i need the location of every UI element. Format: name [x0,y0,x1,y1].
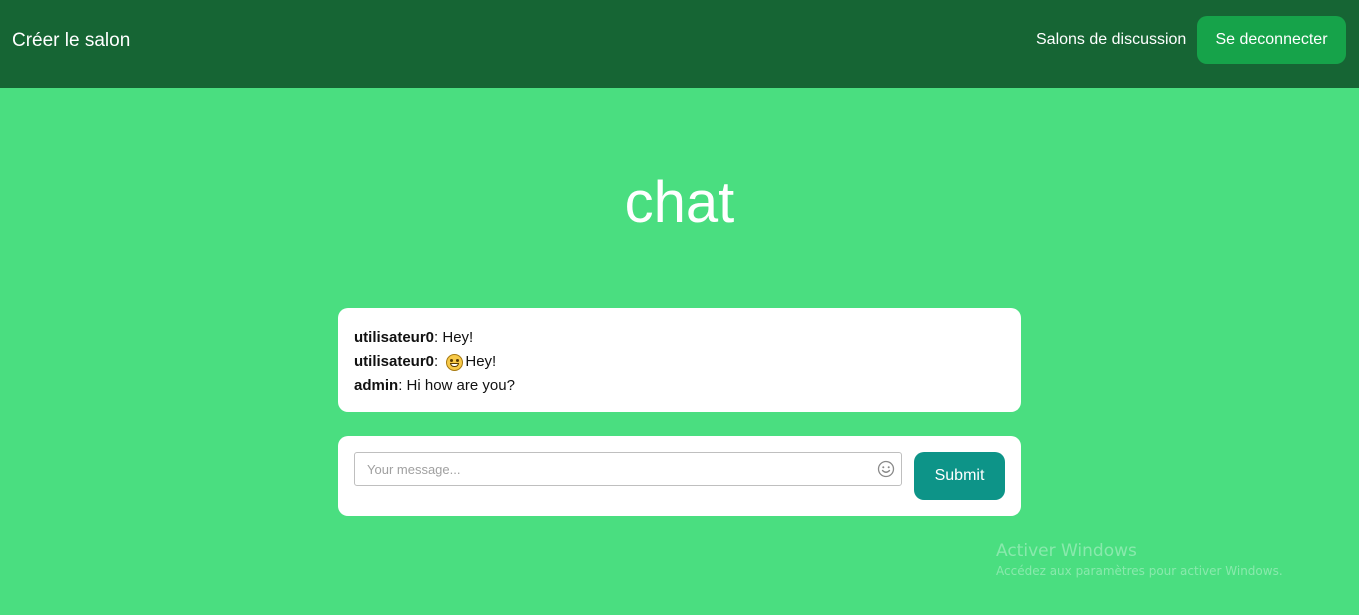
create-room-link[interactable]: Créer le salon [12,29,130,53]
top-navbar: Créer le salon Salons de discussion Se d… [0,0,1359,88]
page-title: chat [624,170,735,235]
messages-panel: utilisateur0: Hey! utilisateur0: Hey! ad… [338,308,1021,412]
message-separator: : [398,377,407,394]
smiley-icon[interactable] [876,459,896,479]
submit-button[interactable]: Submit [914,452,1005,500]
message-separator: : [434,329,443,346]
message-item: admin: Hi how are you? [354,374,1005,398]
message-text: Hey! [442,329,474,346]
message-author: utilisateur0 [354,329,435,346]
message-item: utilisateur0: Hey! [354,326,1005,350]
grinning-face-emoji-icon [446,353,464,371]
windows-activation-watermark: Activer Windows Accédez aux paramètres p… [996,540,1283,580]
message-item: utilisateur0: Hey! [354,350,1005,374]
logout-button[interactable]: Se deconnecter [1197,16,1346,64]
message-author: admin [354,377,399,394]
watermark-subtitle: Accédez aux paramètres pour activer Wind… [996,564,1283,578]
chat-rooms-link[interactable]: Salons de discussion [1036,30,1186,50]
message-text: Hey! [465,353,497,370]
message-input[interactable] [354,452,902,486]
watermark-title: Activer Windows [996,541,1137,561]
message-text: Hi how are you? [406,377,515,394]
message-author: utilisateur0 [354,353,435,370]
message-separator: : [434,353,443,370]
message-composer: Submit [338,436,1021,516]
